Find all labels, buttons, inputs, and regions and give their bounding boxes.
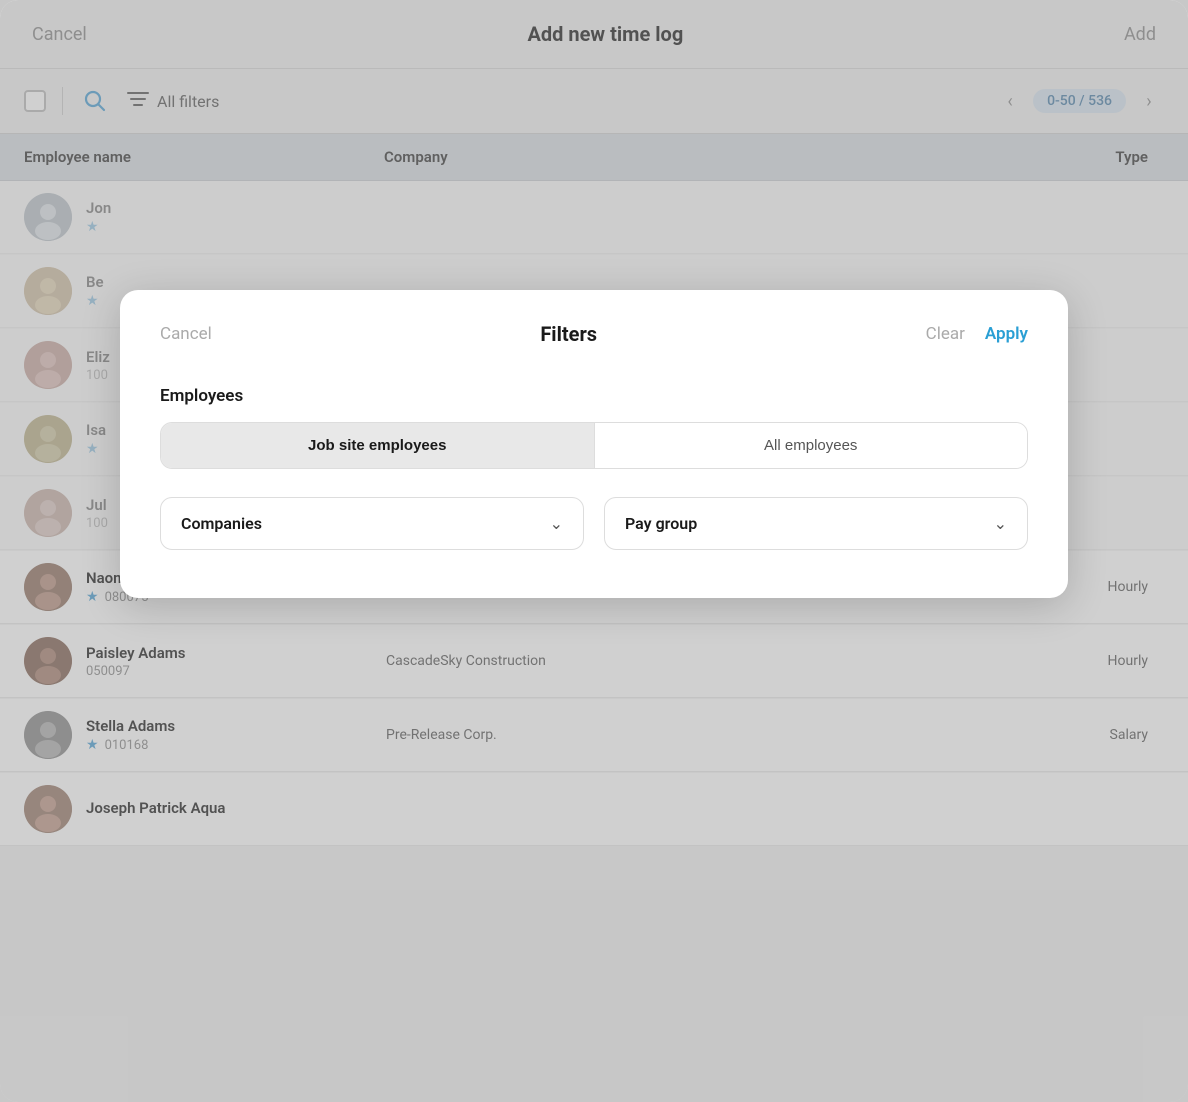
companies-dropdown[interactable]: Companies ⌄ (160, 497, 584, 550)
filter-cancel-button[interactable]: Cancel (160, 324, 212, 344)
companies-chevron-icon: ⌄ (550, 514, 563, 533)
pay-group-dropdown-label: Pay group (625, 514, 697, 533)
employee-type-toggle: Job site employees All employees (160, 422, 1028, 469)
companies-dropdown-label: Companies (181, 514, 262, 533)
filter-clear-button[interactable]: Clear (926, 324, 965, 344)
dropdown-row: Companies ⌄ Pay group ⌄ (160, 497, 1028, 550)
employees-section-label: Employees (160, 386, 1028, 406)
filter-header: Cancel Filters Clear Apply (160, 322, 1028, 346)
pay-group-dropdown[interactable]: Pay group ⌄ (604, 497, 1028, 550)
filter-actions: Clear Apply (926, 324, 1028, 344)
all-employees-toggle[interactable]: All employees (594, 423, 1028, 468)
pay-group-chevron-icon: ⌄ (994, 514, 1007, 533)
filter-apply-button[interactable]: Apply (985, 324, 1028, 344)
filter-title: Filters (540, 322, 597, 346)
filter-modal: Cancel Filters Clear Apply Employees Job… (120, 290, 1068, 598)
job-site-employees-toggle[interactable]: Job site employees (161, 423, 594, 468)
